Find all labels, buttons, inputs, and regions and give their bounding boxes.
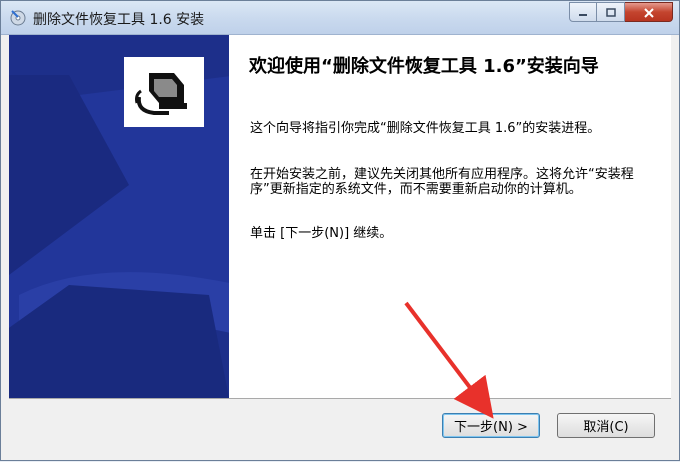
intro-paragraph: 这个向导将指引你完成“删除文件恢复工具 1.6”的安装进程。	[250, 121, 601, 136]
cancel-button[interactable]: 取消(C)	[557, 413, 655, 438]
wizard-side-banner	[9, 35, 229, 398]
continue-instruction: 单击 [下一步(N)] 继续。	[250, 226, 393, 241]
installer-disc-icon	[9, 8, 27, 26]
close-apps-paragraph: 在开始安装之前，建议先关闭其他所有应用程序。这将允许“安装程序”更新指定的系统文…	[250, 167, 634, 197]
footer-divider	[9, 398, 671, 399]
installer-window: 删除文件恢复工具 1.6 安装 欢迎使用“删除文件恢复工具 1.6”安装向导 这…	[0, 0, 680, 461]
window-title: 删除文件恢复工具 1.6 安装	[33, 12, 205, 28]
minimize-button[interactable]	[569, 2, 597, 22]
wizard-content: 欢迎使用“删除文件恢复工具 1.6”安装向导 这个向导将指引你完成“删除文件恢复…	[229, 35, 671, 398]
title-bar[interactable]: 删除文件恢复工具 1.6 安装	[1, 1, 679, 35]
minimize-icon	[577, 3, 589, 22]
maximize-icon	[605, 3, 617, 22]
next-button[interactable]: 下一步(N) >	[442, 413, 540, 438]
banner-art	[9, 35, 229, 398]
close-icon	[643, 3, 655, 22]
close-button[interactable]	[625, 2, 673, 22]
wizard-heading: 欢迎使用“删除文件恢复工具 1.6”安装向导	[249, 56, 599, 77]
window-controls	[569, 2, 673, 24]
maximize-button[interactable]	[597, 2, 625, 22]
computer-install-icon	[132, 65, 196, 119]
